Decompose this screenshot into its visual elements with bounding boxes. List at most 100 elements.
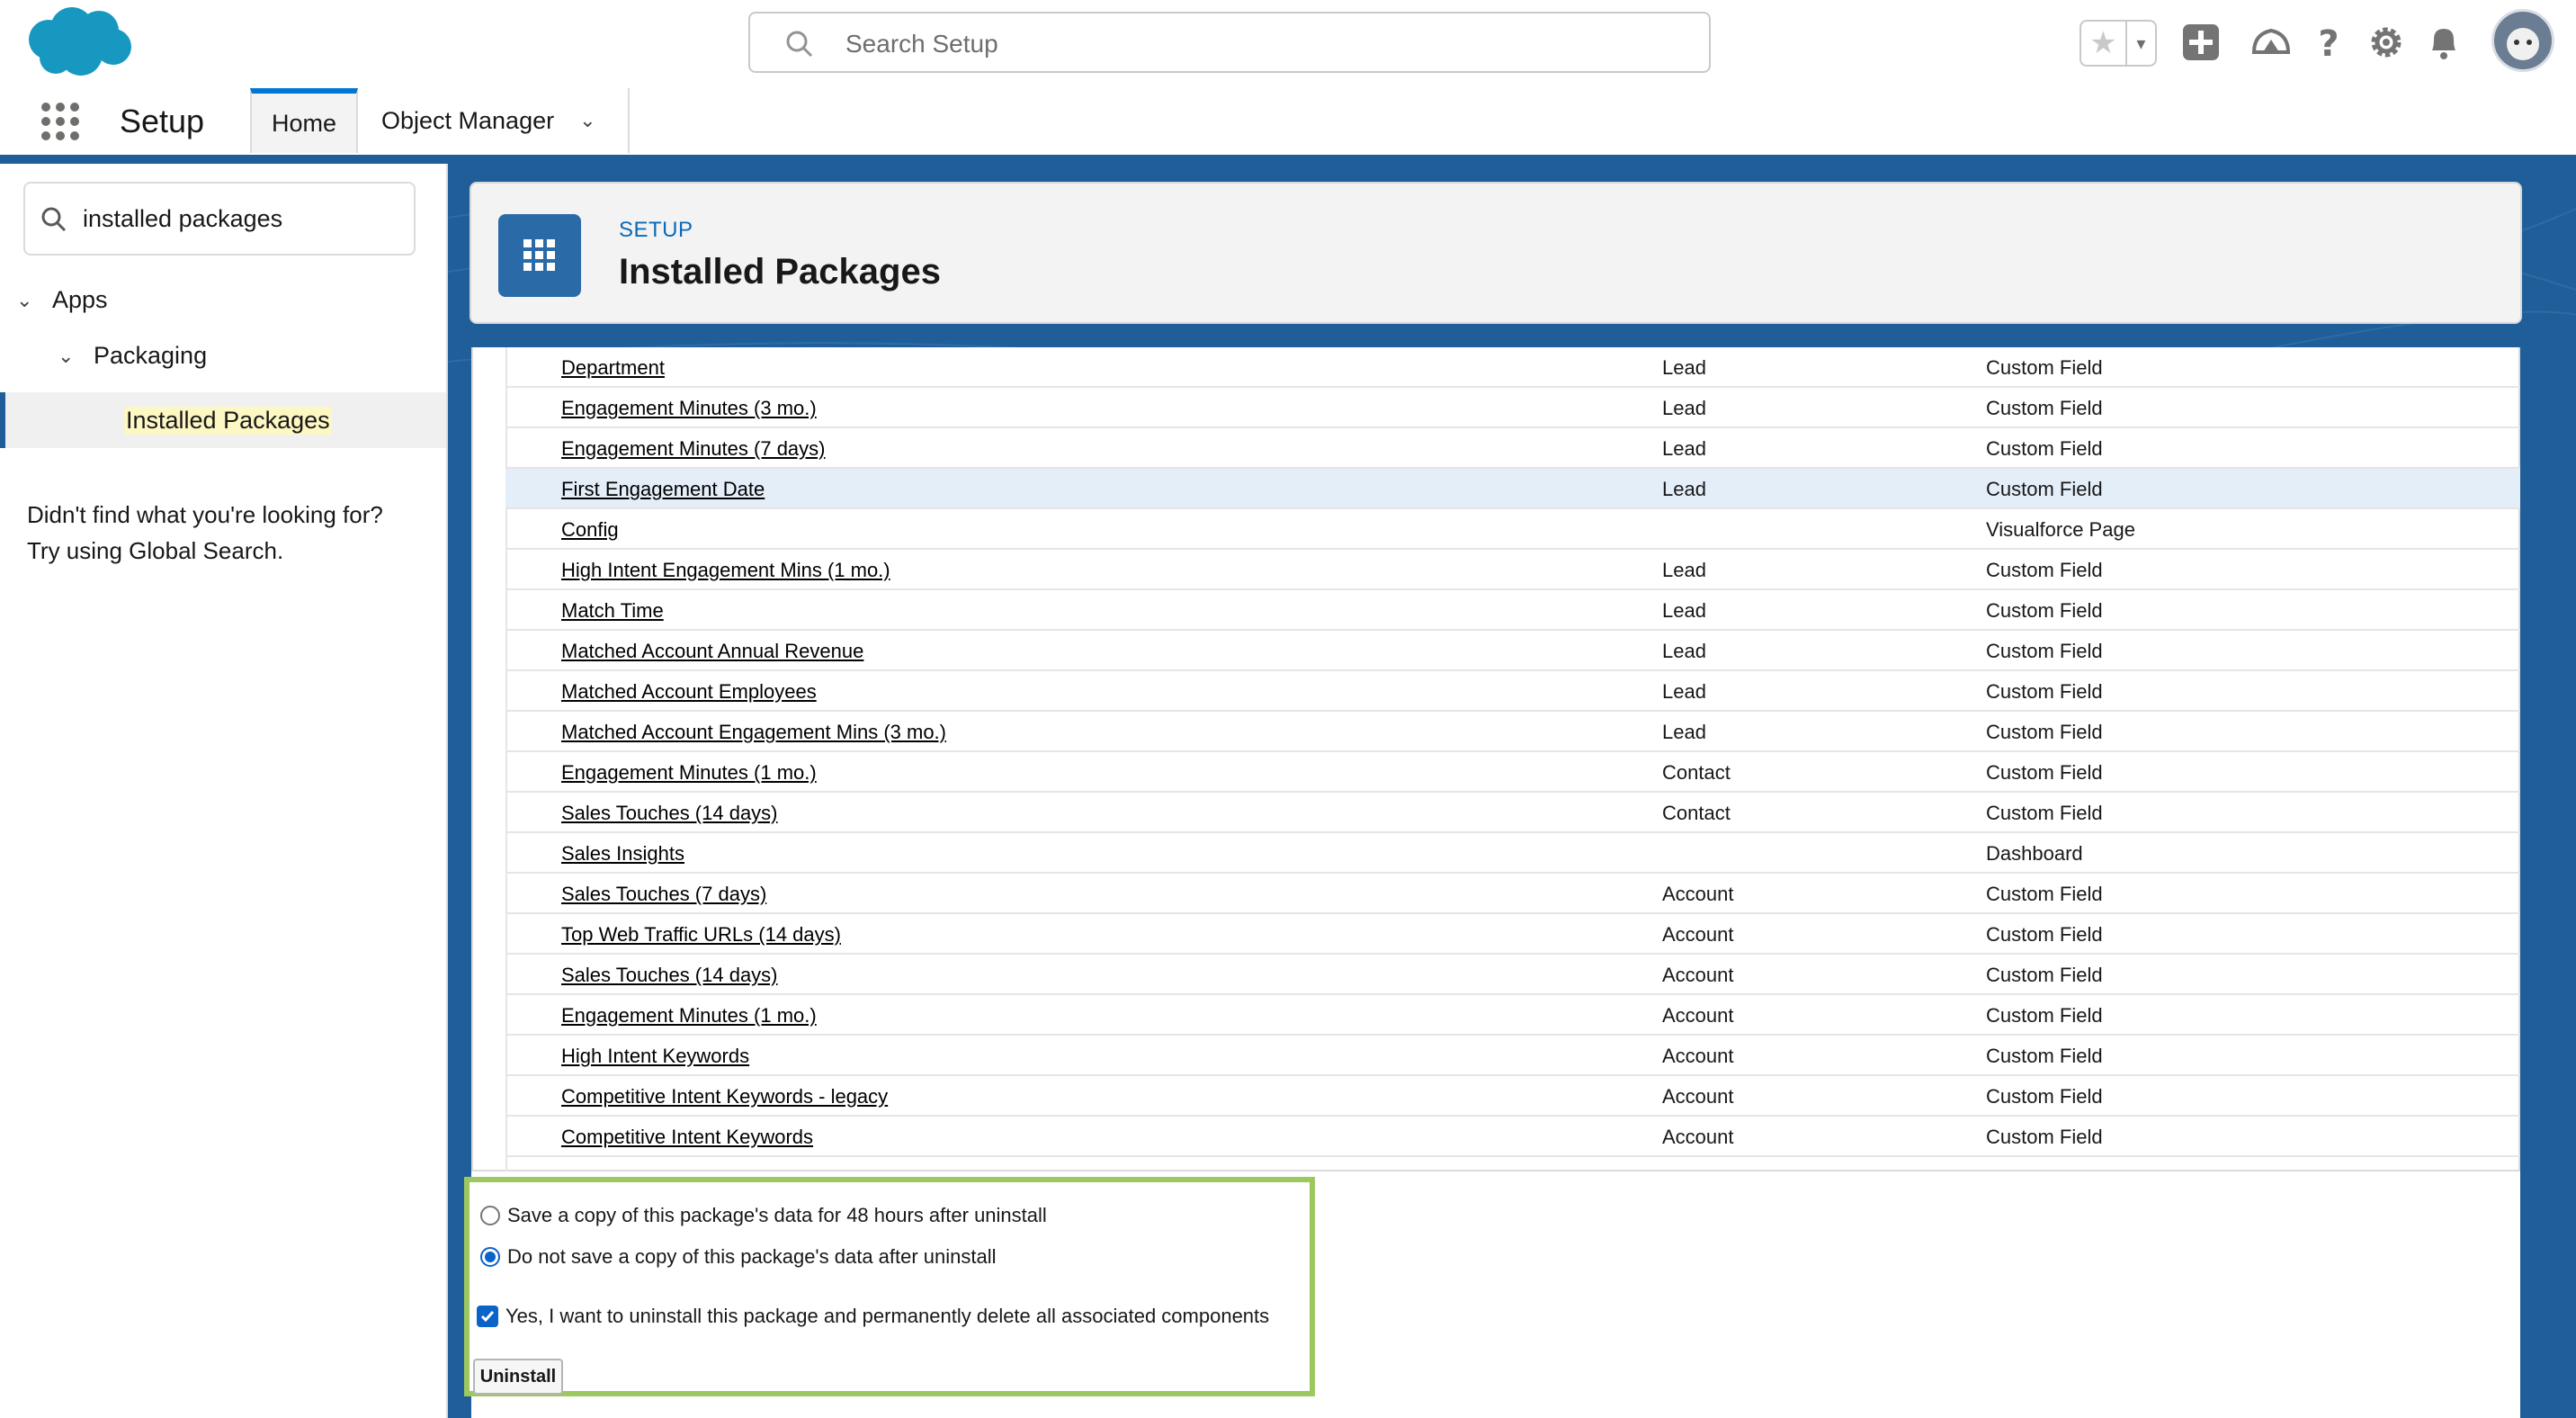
- chevron-down-icon[interactable]: ⌄: [579, 109, 595, 132]
- component-name-link[interactable]: Engagement Minutes (7 days): [561, 437, 826, 461]
- table-row: Sales Touches (14 days) Account Custom Fie…: [505, 955, 2520, 995]
- help-icon[interactable]: ?: [2306, 20, 2351, 65]
- chevron-down-icon[interactable]: ⌄: [16, 289, 38, 312]
- option-save-copy[interactable]: Save a copy of this package's data for 4…: [480, 1204, 1047, 1227]
- component-name-link[interactable]: Matched Account Annual Revenue: [561, 640, 863, 663]
- component-name-link[interactable]: Config: [561, 518, 619, 542]
- app-launcher-icon[interactable]: [40, 101, 81, 142]
- component-name-link[interactable]: Sales Touches (14 days): [561, 802, 778, 825]
- main-content: SETUP Installed Packages Department Lead C…: [448, 164, 2576, 1418]
- confirm-uninstall[interactable]: Yes, I want to uninstall this package an…: [477, 1305, 1269, 1328]
- component-parent-object: Lead: [1662, 478, 1706, 500]
- table-row: High Intent Engagement Mins (1 mo.) Lead C…: [505, 550, 2520, 590]
- component-type: Custom Field: [1986, 478, 2103, 500]
- star-icon[interactable]: ★: [2081, 22, 2125, 65]
- chevron-down-icon[interactable]: ▾: [2124, 22, 2155, 65]
- component-name-link[interactable]: Engagement Minutes (1 mo.): [561, 1004, 817, 1028]
- component-name-link[interactable]: Sales Touches (14 days): [561, 964, 778, 987]
- component-name-link[interactable]: Competitive Intent Keywords - legacy: [561, 1085, 888, 1108]
- page-header-icon: [498, 214, 581, 297]
- component-name-link[interactable]: Engagement Minutes (3 mo.): [561, 397, 817, 420]
- radio-no-save[interactable]: [480, 1247, 500, 1267]
- component-type: Custom Field: [1986, 1085, 2103, 1108]
- component-name-link[interactable]: Match Time: [561, 599, 664, 623]
- component-type: Custom Field: [1986, 599, 2103, 622]
- table-row: Competitive Intent Keywords Account Custom…: [505, 1117, 2520, 1157]
- option-save-copy-label: Save a copy of this package's data for 4…: [507, 1204, 1047, 1226]
- component-parent-object: Lead: [1662, 680, 1706, 703]
- tab-object-manager[interactable]: Object Manager ⌄: [358, 88, 630, 153]
- tab-home-label: Home: [271, 109, 337, 137]
- search-icon: [41, 207, 67, 232]
- component-name-link[interactable]: Matched Account Engagement Mins (3 mo.): [561, 721, 946, 744]
- component-parent-object: Lead: [1662, 356, 1706, 379]
- table-row: Department Lead Custom Field: [505, 347, 2520, 388]
- tree-node-installed-packages[interactable]: Installed Packages: [0, 392, 446, 448]
- component-name-link[interactable]: First Engagement Date: [561, 478, 765, 501]
- bell-icon[interactable]: [2421, 20, 2466, 65]
- tree-label-packaging: Packaging: [94, 342, 208, 369]
- component-type: Custom Field: [1986, 437, 2103, 460]
- table-row: Sales Touches (7 days) Account Custom Fiel…: [505, 874, 2520, 914]
- radio-save-copy[interactable]: [480, 1206, 500, 1225]
- component-type: Custom Field: [1986, 397, 2103, 419]
- component-name-link[interactable]: High Intent Keywords: [561, 1045, 749, 1068]
- package-content-panel: Department Lead Custom Field Engagement Min…: [464, 347, 2520, 1418]
- component-type: Visualforce Page: [1986, 518, 2135, 541]
- component-type: Custom Field: [1986, 1004, 2103, 1027]
- table-row: Config Visualforce Page: [505, 509, 2520, 550]
- salesforce-cloud-logo[interactable]: [23, 4, 135, 81]
- component-type: Custom Field: [1986, 802, 2103, 824]
- avatar[interactable]: [2491, 9, 2554, 72]
- gear-icon[interactable]: [2364, 20, 2409, 65]
- quick-find-input[interactable]: installed packages: [23, 182, 416, 256]
- grid-icon: [523, 239, 555, 271]
- app-name: Setup: [120, 103, 205, 139]
- component-parent-object: Account: [1662, 923, 1734, 946]
- tree-node-apps[interactable]: ⌄ Apps: [16, 286, 108, 314]
- option-no-save[interactable]: Do not save a copy of this package's dat…: [480, 1245, 997, 1269]
- component-name-link[interactable]: Top Web Traffic URLs (14 days): [561, 923, 841, 947]
- component-name-link[interactable]: Engagement Minutes (1 mo.): [561, 761, 817, 785]
- component-name-link[interactable]: Sales Insights: [561, 842, 684, 866]
- breadcrumb[interactable]: SETUP: [619, 218, 693, 243]
- tree-node-packaging[interactable]: ⌄ Packaging: [58, 342, 207, 370]
- quick-find-value: installed packages: [83, 205, 283, 232]
- component-type: Custom Field: [1986, 761, 2103, 784]
- component-type: Custom Field: [1986, 640, 2103, 662]
- component-name-link[interactable]: Competitive Intent Keywords: [561, 1126, 813, 1149]
- component-parent-object: Lead: [1662, 559, 1706, 581]
- checkmark-icon: [480, 1311, 495, 1323]
- component-parent-object: Lead: [1662, 721, 1706, 743]
- component-type: Custom Field: [1986, 883, 2103, 905]
- component-name-link[interactable]: High Intent Engagement Mins (1 mo.): [561, 559, 890, 582]
- page-title: Installed Packages: [619, 252, 941, 292]
- uninstall-options: Save a copy of this package's data for 4…: [464, 1177, 1315, 1396]
- component-name-link[interactable]: Sales Touches (7 days): [561, 883, 766, 906]
- not-found-line1: Didn't find what you're looking for?: [27, 501, 383, 528]
- tree-label-installed-packages: Installed Packages: [124, 406, 332, 435]
- table-row: Engagement Minutes (1 mo.) Contact Custom …: [505, 752, 2520, 793]
- confirm-label: Yes, I want to uninstall this package an…: [505, 1305, 1270, 1327]
- table-row: Top Web Traffic URLs (14 days) Account Cus…: [505, 914, 2520, 955]
- table-row: Competitive Intent Keywords - legacy Acco…: [505, 1076, 2520, 1117]
- tab-home[interactable]: Home: [250, 88, 358, 153]
- tree-label-apps: Apps: [52, 286, 108, 313]
- add-icon[interactable]: [2178, 20, 2223, 65]
- global-search-box[interactable]: Search Setup: [748, 12, 1711, 73]
- component-parent-object: Lead: [1662, 437, 1706, 460]
- search-placeholder: Search Setup: [845, 30, 998, 58]
- component-name-link[interactable]: Matched Account Employees: [561, 680, 817, 704]
- component-type: Custom Field: [1986, 680, 2103, 703]
- component-parent-object: Contact: [1662, 761, 1731, 784]
- table-row: Sales Insights Dashboard: [505, 833, 2520, 874]
- page-header: SETUP Installed Packages: [470, 182, 2522, 324]
- header-band: [0, 155, 2576, 164]
- confirm-checkbox[interactable]: [477, 1306, 498, 1327]
- favorites-control[interactable]: ★ ▾: [2080, 20, 2157, 67]
- component-name-link[interactable]: Department: [561, 356, 665, 380]
- chevron-down-icon[interactable]: ⌄: [58, 345, 79, 368]
- uninstall-button[interactable]: Uninstall: [473, 1359, 563, 1395]
- trailhead-icon[interactable]: [2249, 20, 2294, 65]
- component-parent-object: Account: [1662, 1045, 1734, 1067]
